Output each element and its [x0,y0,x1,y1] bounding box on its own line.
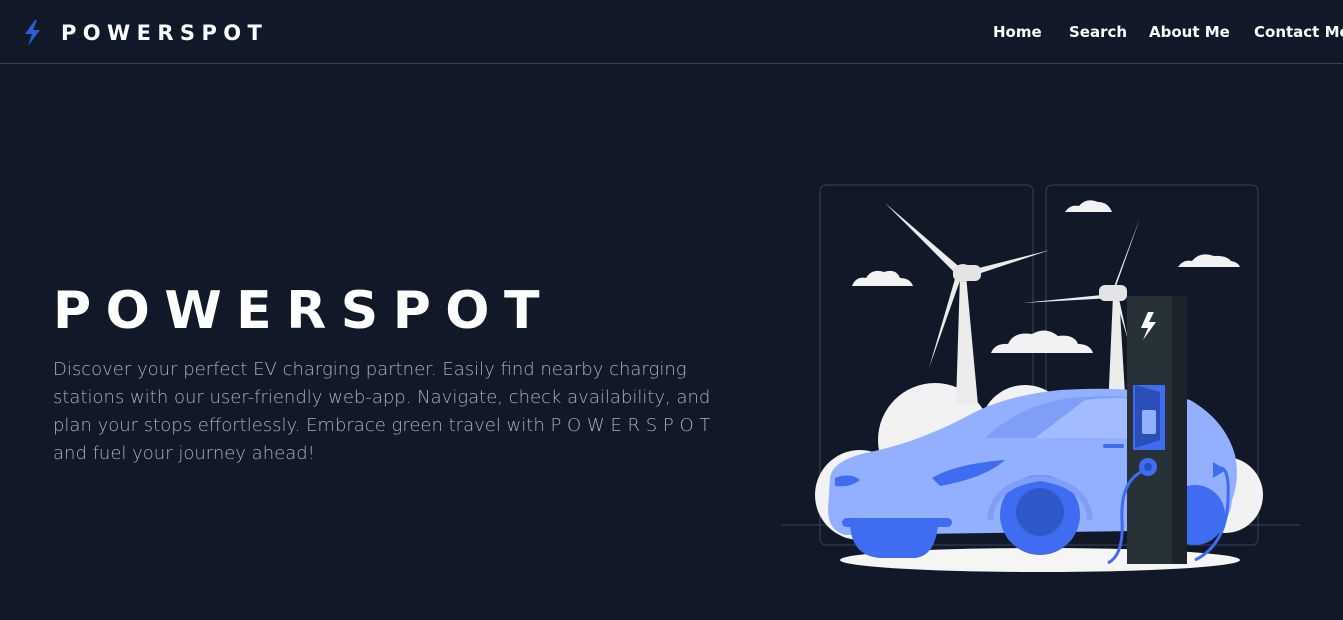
lightning-bolt-icon[interactable] [22,19,42,47]
nav-about-me[interactable]: About Me [1149,22,1230,42]
nav-search[interactable]: Search [1069,22,1127,42]
brand-logo-text[interactable]: POWERSPOT [61,19,268,47]
navbar: POWERSPOT Home Search About Me Contact M… [0,0,1343,64]
ev-charging-car-illustration [781,184,1300,572]
nav-contact-me[interactable]: Contact Me [1254,22,1343,42]
hero-description: Discover your perfect EV charging partne… [53,359,711,464]
hero-title: POWERSPOT [53,281,554,341]
nav-home[interactable]: Home [993,22,1042,42]
